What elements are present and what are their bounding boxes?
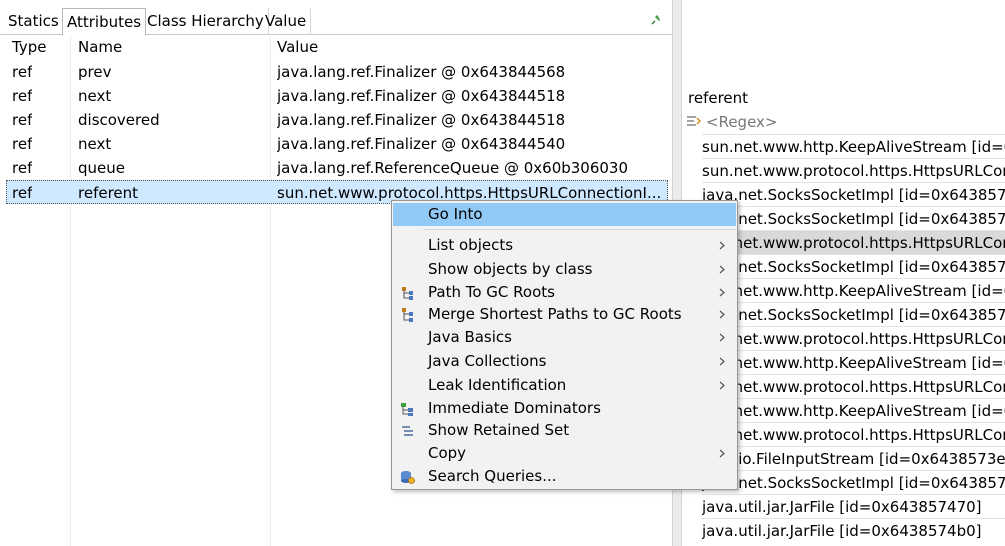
table-row[interactable]: ref queue java.lang.ref.ReferenceQueue @… (6, 156, 668, 180)
list-item[interactable]: java.net.SocksSocketImpl [id=0x6438571 (702, 254, 1005, 278)
name-cell: queue (78, 159, 125, 177)
type-cell: ref (12, 159, 33, 177)
value-cell: java.lang.ref.Finalizer @ 0x643844568 (277, 63, 566, 81)
name-cell: referent (78, 184, 139, 202)
type-cell: ref (12, 111, 33, 129)
list-item[interactable]: sun.net.www.protocol.https.HttpsURLCon (702, 158, 1005, 182)
menu-item-list-objects[interactable]: List objects (393, 234, 736, 257)
table-row[interactable]: ref discovered java.lang.ref.Finalizer @… (6, 108, 668, 132)
menu-item-label: Java Collections (428, 352, 547, 370)
table-row[interactable]: ref next java.lang.ref.Finalizer @ 0x643… (6, 84, 668, 108)
type-cell: ref (12, 184, 33, 202)
column-header-type[interactable]: Type (12, 37, 46, 57)
menu-item-label: Search Queries... (428, 467, 557, 485)
type-cell: ref (12, 63, 33, 81)
column-header-value[interactable]: Value (277, 37, 318, 57)
value-cell: java.lang.ref.Finalizer @ 0x643844518 (277, 111, 566, 129)
regex-filter-row[interactable]: <Regex> (682, 111, 1005, 134)
menu-item-merge-shortest-paths[interactable]: Merge Shortest Paths to GC Roots (393, 303, 736, 326)
menu-item-java-collections[interactable]: Java Collections (393, 350, 736, 373)
menu-item-label: Merge Shortest Paths to GC Roots (428, 305, 682, 323)
list-item[interactable]: sun.net.www.http.KeepAliveStream [id=0 (702, 350, 1005, 374)
value-cell: java.lang.ref.ReferenceQueue @ 0x60b3060… (277, 159, 629, 177)
type-cell: ref (12, 135, 33, 153)
list-item[interactable]: java.net.SocksSocketImpl [id=0x6438574 (702, 470, 1005, 494)
submenu-arrow-icon (719, 265, 725, 274)
menu-item-label: List objects (428, 236, 514, 254)
immediate-dominators-icon (401, 403, 413, 416)
merge-paths-icon (402, 308, 413, 322)
list-item[interactable]: java.net.SocksSocketImpl [id=0x643857 (702, 302, 1005, 326)
menu-item-label: Show objects by class (428, 260, 593, 278)
menu-item-show-objects-by-class[interactable]: Show objects by class (393, 258, 736, 281)
value-cell: java.lang.ref.Finalizer @ 0x643844540 (277, 135, 566, 153)
menu-item-label: Leak Identification (428, 376, 567, 394)
menu-separator (423, 229, 736, 230)
regex-input[interactable]: <Regex> (706, 111, 777, 134)
menu-item-label: Java Basics (428, 328, 512, 346)
name-cell: discovered (78, 111, 160, 129)
list-item[interactable]: sun.net.www.protocol.https.HttpsURLCon (702, 422, 1005, 446)
referent-header: referent (688, 89, 749, 107)
list-item-highlighted[interactable]: sun.net.www.protocol.https.HttpsURLCon (702, 230, 1005, 254)
menu-item-label: Copy (428, 444, 467, 462)
menu-item-immediate-dominators[interactable]: Immediate Dominators (393, 397, 736, 420)
menu-item-label: Go Into (428, 205, 483, 223)
menu-item-path-to-gc-roots[interactable]: Path To GC Roots (393, 281, 736, 304)
list-item[interactable]: java.util.jar.JarFile [id=0x6438574b0] (702, 518, 1005, 542)
submenu-arrow-icon (719, 241, 725, 250)
tab-statics[interactable]: Statics (4, 8, 64, 35)
name-cell: prev (78, 63, 112, 81)
table-row[interactable]: ref next java.lang.ref.Finalizer @ 0x643… (6, 132, 668, 156)
table-header: Type Name Value (0, 36, 672, 58)
filter-icon (687, 116, 701, 126)
context-menu: Go Into List objects Show objects by cla… (391, 200, 738, 490)
table-row[interactable]: ref prev java.lang.ref.Finalizer @ 0x643… (6, 60, 668, 84)
tab-bar: Statics Attributes Class Hierarchy Value (0, 8, 672, 36)
menu-item-label: Immediate Dominators (428, 399, 601, 417)
submenu-arrow-icon (719, 357, 725, 366)
submenu-arrow-icon (719, 381, 725, 390)
menu-item-leak-identification[interactable]: Leak Identification (393, 374, 736, 397)
menu-item-copy[interactable]: Copy (393, 442, 736, 465)
search-queries-icon (401, 471, 415, 484)
tab-value[interactable]: Value (261, 8, 312, 35)
menu-item-java-basics[interactable]: Java Basics (393, 326, 736, 349)
list-item[interactable]: sun.net.www.protocol.https.HttpsURLCon (702, 326, 1005, 350)
retained-set-icon (402, 426, 413, 436)
path-gc-roots-icon (402, 287, 413, 300)
submenu-arrow-icon (719, 449, 725, 458)
list-item[interactable]: sun.net.www.http.KeepAliveStream [id=0 (702, 398, 1005, 422)
value-cell: java.lang.ref.Finalizer @ 0x643844518 (277, 87, 566, 105)
list-item[interactable]: sun.net.www.protocol.https.HttpsURLCon (702, 374, 1005, 398)
submenu-arrow-icon (719, 288, 725, 297)
submenu-arrow-icon (719, 310, 725, 319)
tab-class-hierarchy[interactable]: Class Hierarchy (143, 8, 269, 35)
column-header-name[interactable]: Name (78, 37, 122, 57)
list-item[interactable]: java.net.SocksSocketImpl [id=0x6438570 (702, 182, 1005, 206)
list-item[interactable]: sun.net.www.http.KeepAliveStream [id=0 (702, 134, 1005, 158)
list-item[interactable]: java.util.jar.JarFile [id=0x643857470] (702, 494, 1005, 518)
list-item[interactable]: java.io.FileInputStream [id=0x6438573e0] (702, 446, 1005, 470)
type-cell: ref (12, 87, 33, 105)
menu-item-label: Path To GC Roots (428, 283, 555, 301)
name-cell: next (78, 135, 112, 153)
pin-icon[interactable] (650, 14, 662, 26)
menu-item-show-retained-set[interactable]: Show Retained Set (393, 419, 736, 442)
tab-attributes[interactable]: Attributes (62, 8, 147, 36)
menu-item-label: Show Retained Set (428, 421, 570, 439)
submenu-arrow-icon (719, 333, 725, 342)
list-item[interactable]: java.net.SocksSocketImpl [id=0x6438570 (702, 206, 1005, 230)
menu-item-go-into[interactable]: Go Into (393, 203, 736, 226)
name-cell: next (78, 87, 112, 105)
menu-item-search-queries[interactable]: Search Queries... (393, 465, 736, 488)
list-item[interactable]: sun.net.www.http.KeepAliveStream [id=0 (702, 278, 1005, 302)
